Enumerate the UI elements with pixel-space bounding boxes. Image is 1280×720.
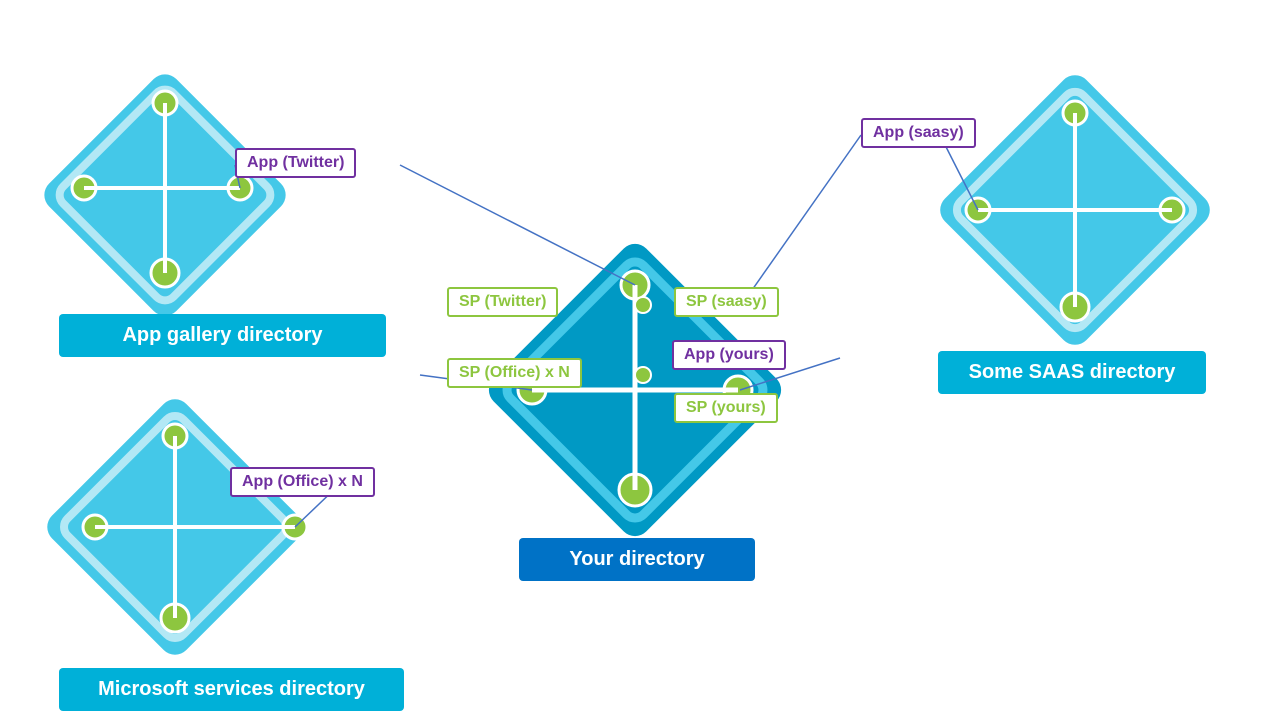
callout-sp-yours: SP (yours) — [674, 393, 778, 423]
callout-sp-saasy: SP (saasy) — [674, 287, 779, 317]
saas-label: Some SAAS directory — [938, 351, 1206, 394]
callout-app-yours: App (yours) — [672, 340, 786, 370]
callout-app-saasy: App (saasy) — [861, 118, 976, 148]
app-gallery-label: App gallery directory — [59, 314, 386, 357]
callout-sp-twitter: SP (Twitter) — [447, 287, 558, 317]
microsoft-label: Microsoft services directory — [59, 668, 404, 711]
callout-app-office: App (Office) x N — [230, 467, 375, 497]
callout-app-twitter: App (Twitter) — [235, 148, 356, 178]
your-directory-label: Your directory — [519, 538, 755, 581]
callout-sp-office: SP (Office) x N — [447, 358, 582, 388]
